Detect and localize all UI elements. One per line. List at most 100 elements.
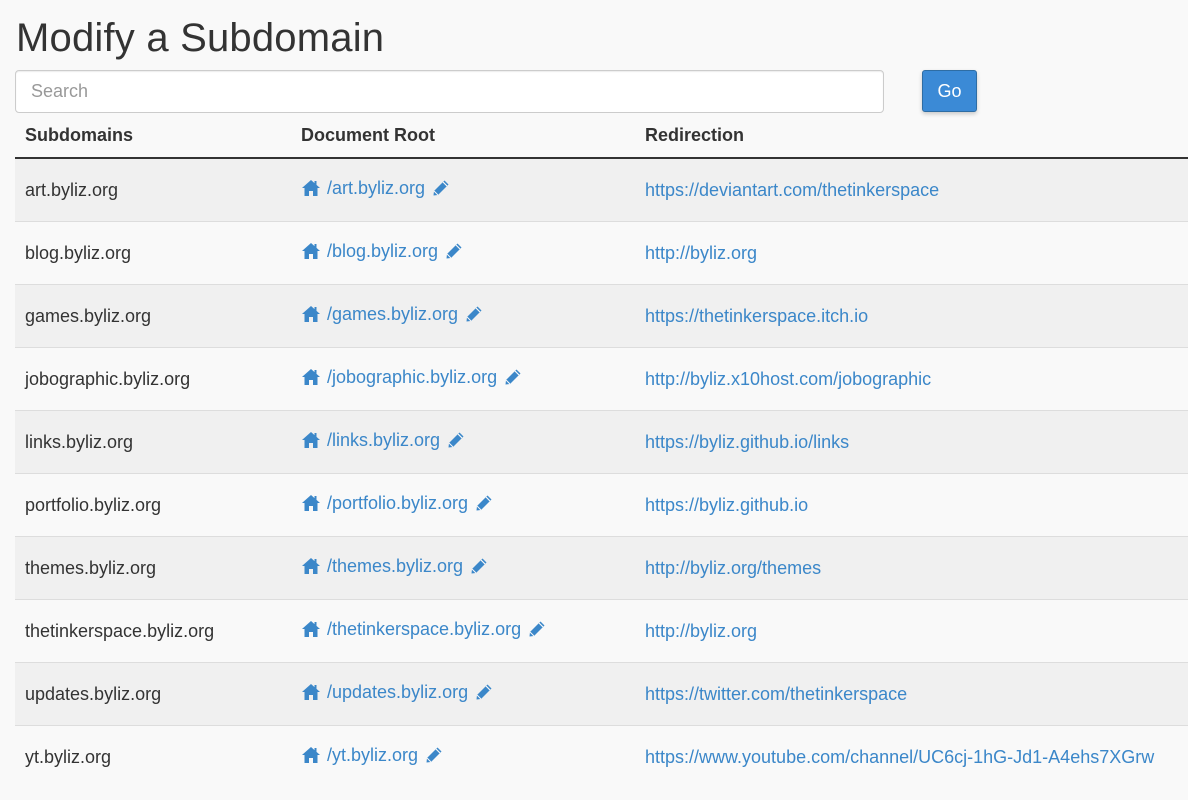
- document-root-link[interactable]: /blog.byliz.org: [327, 241, 438, 262]
- redirection-link[interactable]: https://www.youtube.com/channel/UC6cj-1h…: [645, 747, 1154, 767]
- subdomain-cell: blog.byliz.org: [15, 221, 291, 285]
- pencil-icon[interactable]: [470, 557, 488, 575]
- subdomains-table: Subdomains Document Root Redirection art…: [15, 113, 1188, 788]
- subdomain-cell: yt.byliz.org: [15, 725, 291, 788]
- table-row: jobographic.byliz.org /jobographic.byliz…: [15, 347, 1188, 411]
- redirection-cell: https://byliz.github.io: [635, 473, 1188, 537]
- document-root-cell: /games.byliz.org: [291, 284, 635, 348]
- redirection-cell: https://deviantart.com/thetinkerspace: [635, 157, 1188, 222]
- pencil-icon[interactable]: [465, 305, 483, 323]
- table-row: art.byliz.org /art.byliz.org https://dev…: [15, 157, 1188, 222]
- redirection-cell: https://thetinkerspace.itch.io: [635, 284, 1188, 348]
- document-root-cell: /thetinkerspace.byliz.org: [291, 599, 635, 663]
- table-row: links.byliz.org /links.byliz.org https:/…: [15, 410, 1188, 474]
- subdomain-cell: jobographic.byliz.org: [15, 347, 291, 411]
- subdomain-name: updates.byliz.org: [25, 683, 162, 704]
- home-icon: [301, 557, 321, 575]
- subdomain-cell: games.byliz.org: [15, 284, 291, 348]
- document-root-cell: /yt.byliz.org: [291, 725, 635, 788]
- document-root-cell: /jobographic.byliz.org: [291, 347, 635, 411]
- document-root-link[interactable]: /updates.byliz.org: [327, 682, 468, 703]
- pencil-icon[interactable]: [475, 683, 493, 701]
- document-root-cell: /portfolio.byliz.org: [291, 473, 635, 537]
- subdomain-name: blog.byliz.org: [25, 242, 132, 263]
- column-header-subdomains[interactable]: Subdomains: [15, 113, 291, 159]
- home-icon: [301, 305, 321, 323]
- redirection-link[interactable]: https://twitter.com/thetinkerspace: [645, 684, 907, 704]
- redirection-cell: https://twitter.com/thetinkerspace: [635, 662, 1188, 726]
- subdomain-name: themes.byliz.org: [25, 557, 157, 578]
- table-row: thetinkerspace.byliz.org /thetinkerspace…: [15, 599, 1188, 663]
- column-header-redirection[interactable]: Redirection: [635, 113, 1188, 159]
- redirection-link[interactable]: http://byliz.x10host.com/jobographic: [645, 369, 931, 389]
- pencil-icon[interactable]: [528, 620, 546, 638]
- subdomain-name: thetinkerspace.byliz.org: [25, 620, 215, 641]
- pencil-icon[interactable]: [445, 242, 463, 260]
- table-header-row: Subdomains Document Root Redirection: [15, 113, 1188, 159]
- subdomain-cell: thetinkerspace.byliz.org: [15, 599, 291, 663]
- subdomain-cell: themes.byliz.org: [15, 536, 291, 600]
- redirection-link[interactable]: https://byliz.github.io: [645, 495, 808, 515]
- search-input[interactable]: [15, 70, 884, 113]
- home-icon: [301, 431, 321, 449]
- document-root-link[interactable]: /yt.byliz.org: [327, 745, 418, 766]
- home-icon: [301, 620, 321, 638]
- home-icon: [301, 242, 321, 260]
- redirection-cell: https://byliz.github.io/links: [635, 410, 1188, 474]
- table-row: games.byliz.org /games.byliz.org https:/…: [15, 284, 1188, 348]
- table-row: updates.byliz.org /updates.byliz.org htt…: [15, 662, 1188, 726]
- redirection-link[interactable]: https://byliz.github.io/links: [645, 432, 849, 452]
- home-icon: [301, 368, 321, 386]
- table-row: portfolio.byliz.org /portfolio.byliz.org: [15, 473, 1188, 537]
- subdomain-name: games.byliz.org: [25, 305, 152, 326]
- document-root-cell: /blog.byliz.org: [291, 221, 635, 285]
- home-icon: [301, 179, 321, 197]
- document-root-link[interactable]: /portfolio.byliz.org: [327, 493, 468, 514]
- document-root-cell: /links.byliz.org: [291, 410, 635, 474]
- table-row: yt.byliz.org /yt.byliz.org https://www.y…: [15, 725, 1188, 788]
- pencil-icon[interactable]: [504, 368, 522, 386]
- subdomain-name: portfolio.byliz.org: [25, 494, 162, 515]
- document-root-cell: /updates.byliz.org: [291, 662, 635, 726]
- document-root-link[interactable]: /games.byliz.org: [327, 304, 458, 325]
- redirection-cell: http://byliz.org: [635, 599, 1188, 663]
- redirection-link[interactable]: http://byliz.org: [645, 621, 757, 641]
- subdomain-cell: links.byliz.org: [15, 410, 291, 474]
- home-icon: [301, 746, 321, 764]
- pencil-icon[interactable]: [447, 431, 465, 449]
- table-row: themes.byliz.org /themes.byliz.org http:…: [15, 536, 1188, 600]
- table-row: blog.byliz.org /blog.byliz.org http://by…: [15, 221, 1188, 285]
- redirection-cell: http://byliz.x10host.com/jobographic: [635, 347, 1188, 411]
- subdomain-name: jobographic.byliz.org: [25, 368, 191, 389]
- redirection-cell: http://byliz.org/themes: [635, 536, 1188, 600]
- go-button[interactable]: Go: [922, 70, 977, 112]
- pencil-icon[interactable]: [425, 746, 443, 764]
- subdomain-name: art.byliz.org: [25, 179, 119, 200]
- document-root-link[interactable]: /links.byliz.org: [327, 430, 440, 451]
- page-title: Modify a Subdomain: [16, 16, 385, 60]
- subdomain-cell: portfolio.byliz.org: [15, 473, 291, 537]
- table-body: art.byliz.org /art.byliz.org https://dev…: [15, 157, 1188, 788]
- redirection-link[interactable]: http://byliz.org: [645, 243, 757, 263]
- redirection-cell: https://www.youtube.com/channel/UC6cj-1h…: [635, 725, 1188, 788]
- document-root-link[interactable]: /jobographic.byliz.org: [327, 367, 497, 388]
- pencil-icon[interactable]: [432, 179, 450, 197]
- subdomain-cell: art.byliz.org: [15, 157, 291, 222]
- pencil-icon[interactable]: [475, 494, 493, 512]
- column-header-document-root[interactable]: Document Root: [291, 113, 635, 159]
- home-icon: [301, 683, 321, 701]
- redirection-cell: http://byliz.org: [635, 221, 1188, 285]
- subdomain-name: yt.byliz.org: [25, 746, 112, 767]
- redirection-link[interactable]: https://deviantart.com/thetinkerspace: [645, 180, 939, 200]
- subdomain-name: links.byliz.org: [25, 431, 134, 452]
- document-root-link[interactable]: /themes.byliz.org: [327, 556, 463, 577]
- page: Modify a Subdomain Go Subdomains Documen…: [0, 0, 1188, 800]
- document-root-cell: /themes.byliz.org: [291, 536, 635, 600]
- redirection-link[interactable]: https://thetinkerspace.itch.io: [645, 306, 868, 326]
- document-root-link[interactable]: /thetinkerspace.byliz.org: [327, 619, 521, 640]
- document-root-cell: /art.byliz.org: [291, 157, 635, 222]
- subdomain-cell: updates.byliz.org: [15, 662, 291, 726]
- document-root-link[interactable]: /art.byliz.org: [327, 178, 425, 199]
- redirection-link[interactable]: http://byliz.org/themes: [645, 558, 821, 578]
- home-icon: [301, 494, 321, 512]
